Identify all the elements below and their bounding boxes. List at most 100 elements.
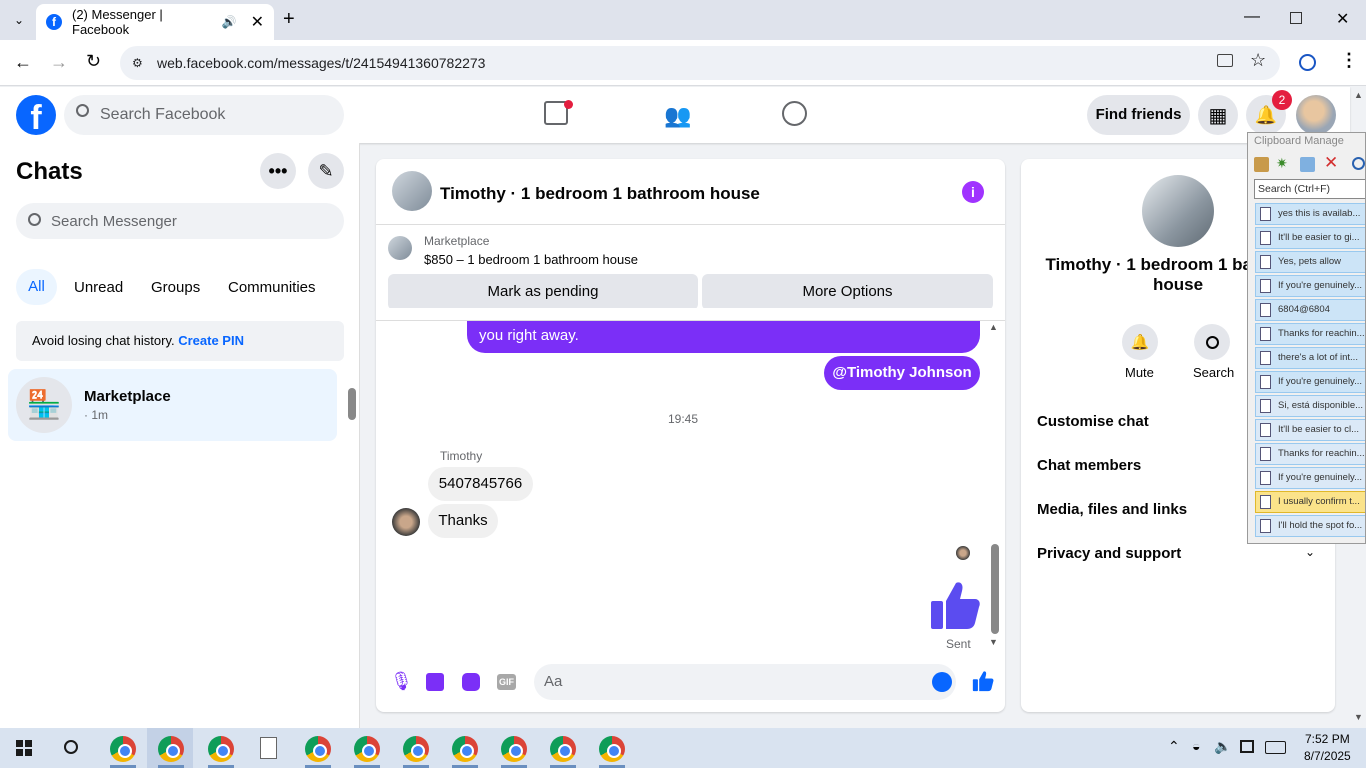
groups-nav-icon[interactable]: [782, 101, 807, 126]
filter-communities-tab[interactable]: Communities: [228, 279, 316, 296]
sticker-icon[interactable]: [462, 673, 480, 691]
facebook-logo[interactable]: f: [16, 95, 56, 135]
listing-thumbnail[interactable]: [388, 236, 412, 260]
forward-icon[interactable]: →: [50, 52, 68, 73]
filter-groups-tab[interactable]: Groups: [151, 279, 200, 296]
menu-grid-icon[interactable]: ▦: [1198, 95, 1238, 135]
chrome-taskbar-icon[interactable]: [550, 736, 576, 762]
clipboard-item[interactable]: If you're genuinely...: [1255, 371, 1365, 393]
clipboard-item[interactable]: I usually confirm t...: [1255, 491, 1365, 513]
close-window-icon[interactable]: ✕: [1336, 9, 1349, 29]
tray-chevron-icon[interactable]: ⌃: [1168, 738, 1180, 755]
incoming-message-bubble[interactable]: 5407845766: [428, 467, 533, 501]
clipboard-item[interactable]: I'll hold the spot fo...: [1255, 515, 1365, 537]
create-pin-link[interactable]: Create PIN: [178, 333, 244, 348]
conversation-avatar[interactable]: [392, 171, 432, 211]
chrome-taskbar-icon[interactable]: [305, 736, 331, 762]
listing-title[interactable]: $850 – 1 bedroom 1 bathroom house: [424, 252, 638, 267]
volume-icon[interactable]: 🔈: [1214, 738, 1231, 755]
scroll-down-arrow-icon[interactable]: ▼: [989, 637, 998, 647]
clipboard-item[interactable]: yes this is availab...: [1255, 203, 1365, 225]
microphone-icon[interactable]: 🎙: [390, 671, 413, 692]
chrome-taskbar-icon[interactable]: [208, 736, 234, 762]
browser-tab[interactable]: f (2) Messenger | Facebook 🔊 ✕: [36, 4, 274, 40]
media-files-links-section[interactable]: Media, files and links: [1037, 501, 1187, 518]
chrome-taskbar-icon[interactable]: [501, 736, 527, 762]
scroll-up-arrow-icon[interactable]: ▲: [989, 322, 998, 332]
new-tab-button[interactable]: +: [283, 8, 295, 31]
network-icon[interactable]: ◒: [1192, 738, 1200, 754]
clipboard-item[interactable]: Yes, pets allow: [1255, 251, 1365, 273]
clipboard-item[interactable]: It'll be easier to cl...: [1255, 419, 1365, 441]
profile-icon[interactable]: [1299, 54, 1316, 71]
windows-start-icon[interactable]: [16, 740, 32, 756]
clipboard-item[interactable]: If you're genuinely...: [1255, 467, 1365, 489]
clipboard-paste-icon[interactable]: [1254, 157, 1269, 172]
filter-all-tab[interactable]: All: [16, 269, 57, 305]
clipboard-item[interactable]: It'll be easier to gi...: [1255, 227, 1365, 249]
messenger-search-field[interactable]: Search Messenger: [16, 203, 344, 239]
chat-options-icon[interactable]: •••: [260, 153, 296, 189]
conversation-title[interactable]: Timothy · 1 bedroom 1 bathroom house: [440, 184, 760, 204]
message-input[interactable]: Aa: [534, 664, 956, 700]
taskbar-search-icon[interactable]: [64, 740, 78, 754]
friends-nav-icon[interactable]: 👥: [664, 103, 691, 129]
chrome-taskbar-icon[interactable]: [110, 736, 136, 762]
account-avatar[interactable]: [1296, 95, 1336, 135]
send-like-icon[interactable]: [972, 670, 994, 692]
clipboard-item[interactable]: If you're genuinely...: [1255, 275, 1365, 297]
mark-as-pending-button[interactable]: Mark as pending: [388, 274, 698, 310]
back-icon[interactable]: ←: [14, 52, 32, 73]
chat-list-item-marketplace[interactable]: 🏪 Marketplace · 1m: [8, 369, 337, 441]
clipboard-search-icon[interactable]: [1352, 157, 1365, 170]
chrome-taskbar-icon[interactable]: [452, 736, 478, 762]
chat-list-scrollbar[interactable]: [348, 388, 356, 420]
customise-chat-section[interactable]: Customise chat: [1037, 413, 1149, 430]
image-upload-icon[interactable]: [426, 673, 444, 691]
chrome-taskbar-icon[interactable]: [354, 736, 380, 762]
clipboard-search-field[interactable]: Search (Ctrl+F): [1254, 179, 1365, 199]
clipboard-item[interactable]: there's a lot of int...: [1255, 347, 1365, 369]
clipboard-item[interactable]: Si, está disponible...: [1255, 395, 1365, 417]
file-taskbar-icon[interactable]: [260, 737, 277, 759]
incoming-message-bubble[interactable]: Thanks: [428, 504, 498, 538]
info-icon[interactable]: i: [962, 181, 984, 203]
info-avatar[interactable]: [1142, 175, 1214, 247]
restore-icon[interactable]: [1290, 12, 1302, 24]
page-scrollbar-up-icon[interactable]: ▲: [1354, 90, 1363, 100]
gif-icon[interactable]: GIF: [497, 674, 516, 690]
clipboard-item[interactable]: 6804@6804: [1255, 299, 1365, 321]
chrome-taskbar-icon[interactable]: [158, 736, 184, 762]
privacy-support-section[interactable]: Privacy and support: [1037, 545, 1181, 562]
speaker-icon[interactable]: 🔊: [222, 15, 237, 29]
filter-unread-tab[interactable]: Unread: [74, 279, 123, 296]
clipboard-item[interactable]: Thanks for reachin...: [1255, 443, 1365, 465]
url-field[interactable]: ⚙ web.facebook.com/messages/t/2415494136…: [120, 46, 1280, 80]
notification-center-icon[interactable]: [1240, 740, 1254, 753]
search-conversation-icon[interactable]: [1194, 324, 1230, 360]
page-scrollbar-down-icon[interactable]: ▼: [1354, 712, 1363, 722]
messages-scrollbar[interactable]: [991, 544, 999, 634]
clipboard-delete-icon[interactable]: ✕: [1324, 153, 1338, 173]
close-tab-icon[interactable]: ✕: [251, 12, 264, 32]
chevron-down-icon[interactable]: ⌄: [1305, 545, 1315, 559]
tab-list-chevron-icon[interactable]: ⌄: [8, 10, 30, 30]
chat-members-section[interactable]: Chat members: [1037, 457, 1141, 474]
mention-bubble[interactable]: @Timothy Johnson: [824, 356, 980, 390]
find-friends-button[interactable]: Find friends: [1087, 95, 1190, 135]
more-options-button[interactable]: More Options: [702, 274, 993, 310]
chrome-taskbar-icon[interactable]: [403, 736, 429, 762]
clipboard-item[interactable]: Thanks for reachin...: [1255, 323, 1365, 345]
install-app-icon[interactable]: [1217, 54, 1233, 67]
chrome-taskbar-icon[interactable]: [599, 736, 625, 762]
mute-bell-icon[interactable]: 🔔: [1122, 324, 1158, 360]
clipboard-add-icon[interactable]: ✷: [1276, 155, 1288, 172]
emoji-icon[interactable]: [932, 672, 952, 692]
keyboard-icon[interactable]: [1265, 741, 1286, 754]
clipboard-edit-icon[interactable]: [1300, 157, 1315, 172]
thumbs-up-sent-icon[interactable]: [929, 579, 981, 631]
reload-icon[interactable]: ↻: [86, 51, 101, 72]
minimize-icon[interactable]: —: [1244, 8, 1260, 26]
browser-menu-icon[interactable]: ⋮: [1340, 50, 1358, 71]
new-message-icon[interactable]: ✎: [308, 153, 344, 189]
